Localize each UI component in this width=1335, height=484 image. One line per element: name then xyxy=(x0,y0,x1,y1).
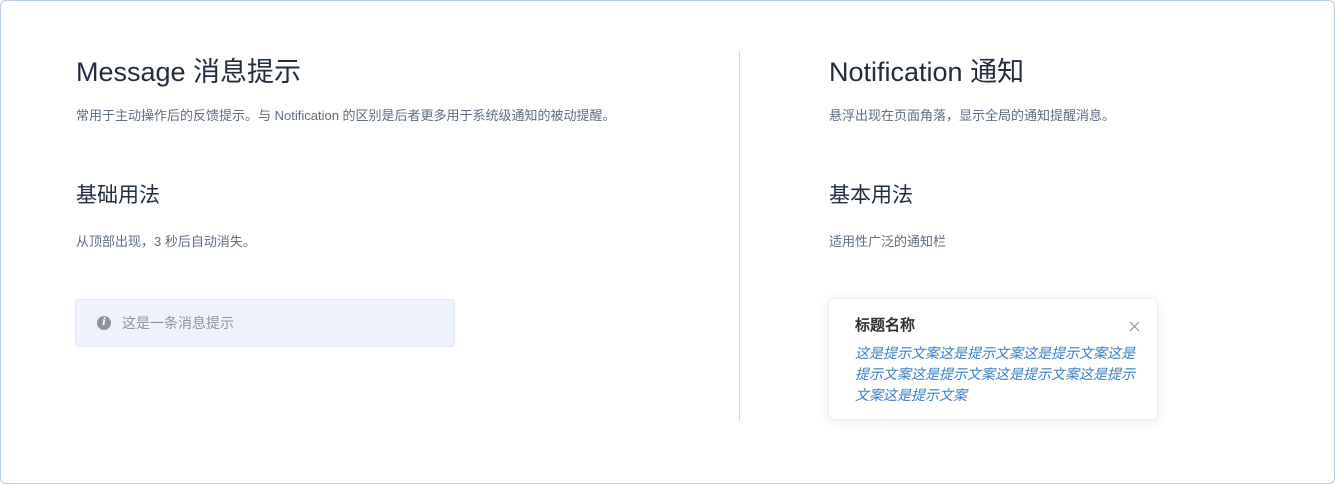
message-basic-description: 从顶部出现，3 秒后自动消失。 xyxy=(76,234,256,249)
info-icon: i xyxy=(97,316,111,330)
message-page-title: Message 消息提示 xyxy=(76,57,302,87)
message-basic-title: 基础用法 xyxy=(76,184,160,207)
message-box: i 这是一条消息提示 xyxy=(75,299,455,347)
demo-frame: Message 消息提示 常用于主动操作后的反馈提示。与 Notificatio… xyxy=(0,0,1335,484)
notification-title: 标题名称 xyxy=(855,317,916,334)
notification-basic-description: 适用性广泛的通知栏 xyxy=(829,234,947,249)
notification-basic-title: 基本用法 xyxy=(829,184,913,207)
notification-content: 这是提示文案这是提示文案这是提示文案这是提示文案这是提示文案这是提示文案这是提示… xyxy=(855,345,1135,403)
notification-page-description: 悬浮出现在页面角落，显示全局的通知提醒消息。 xyxy=(829,108,1116,123)
notification-box: 标题名称 这是提示文案这是提示文案这是提示文案这是提示文案这是提示文案这是提示文… xyxy=(828,298,1158,420)
message-page-description: 常用于主动操作后的反馈提示。与 Notification 的区别是后者更多用于系… xyxy=(76,108,616,123)
section-divider xyxy=(739,51,740,421)
notification-page-title: Notification 通知 xyxy=(829,57,1025,87)
close-icon[interactable] xyxy=(1125,317,1143,335)
message-text: 这是一条消息提示 xyxy=(122,315,234,331)
